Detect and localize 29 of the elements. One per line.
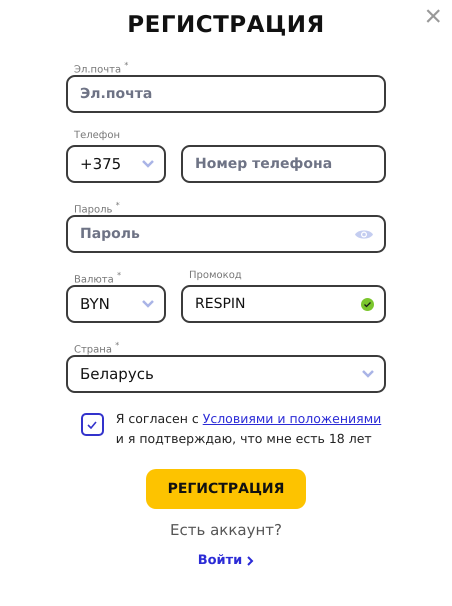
promo-code-field[interactable]: RESPIN — [181, 285, 386, 323]
login-link[interactable]: Войти — [198, 553, 254, 568]
input[interactable]: Эл.почта — [80, 77, 374, 111]
chevron-down-icon — [142, 160, 154, 168]
checkbox[interactable] — [80, 413, 104, 436]
field-label: Страна $^{*}$ — [73, 340, 120, 353]
chevron-down-icon — [362, 370, 374, 378]
dropdown[interactable]: BYN — [66, 285, 166, 323]
form-title: РЕГИСТРАЦИЯ — [127, 12, 325, 38]
text-field[interactable]: Номер телефона — [181, 145, 386, 183]
register-button[interactable]: РЕГИСТРАЦИЯ — [146, 469, 306, 509]
input[interactable]: Номер телефона — [195, 147, 374, 181]
field-label: Пароль $^{*}$ — [73, 200, 121, 213]
password-input[interactable]: Пароль — [80, 217, 354, 251]
field-label: Валюта $^{*}$ — [73, 270, 122, 283]
terms-link[interactable]: Условиями и положениями — [202, 411, 382, 426]
dropdown[interactable]: Беларусь — [66, 355, 386, 393]
field-label: Телефон — [73, 130, 122, 143]
field-label: Промокод — [188, 270, 243, 283]
promo-code-input[interactable]: RESPIN — [195, 287, 361, 321]
text-field[interactable]: Эл.почта — [66, 75, 386, 113]
checkmark-icon — [87, 420, 98, 428]
dropdown[interactable]: +375 — [66, 145, 166, 183]
agreement-text: Я согласен с Условиями и положениями и я подтверждаю, что мне есть 18 лет — [116, 410, 382, 448]
password-field[interactable]: Пароль — [66, 215, 386, 253]
chevron-right-icon — [246, 556, 254, 566]
field-label: Эл.почта $^{*}$ — [73, 60, 130, 73]
chevron-down-icon — [142, 300, 154, 308]
have-account-text: Есть аккаунт? — [170, 521, 282, 539]
